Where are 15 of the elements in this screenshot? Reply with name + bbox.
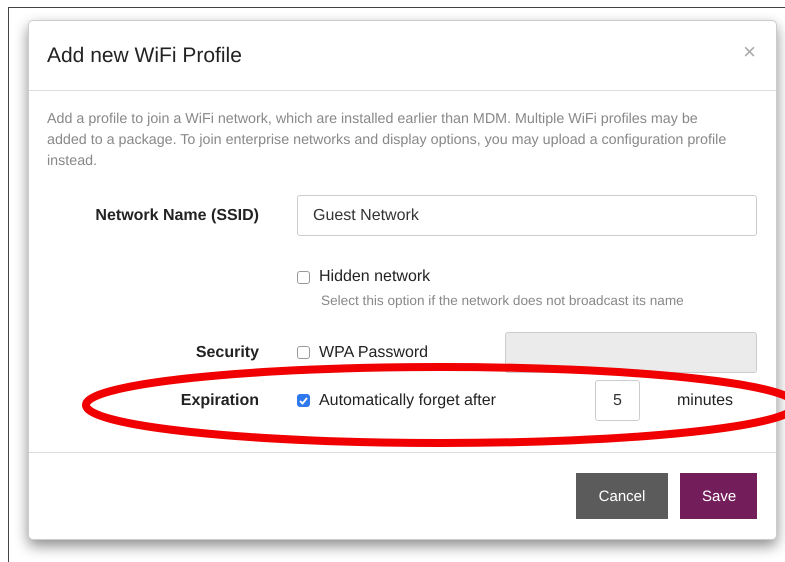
checkbox[interactable] [297,394,310,407]
field-label: Expiration [180,392,259,410]
checkbox-label[interactable]: Automatically forget after [319,392,496,408]
field-label: Security [194,344,259,362]
cancel-button[interactable]: Cancel [576,473,668,519]
checkbox-label[interactable]: Hidden network [319,269,430,285]
description: Add a profile to join a WiFi network, which are installed earlier than MDM. Multiple WiFi profiles may be added to a package. To join enterprise networks and display options, you may upload a configuration profile instead. [47,110,728,171]
dialog-title: Add new WiFi Profile [47,44,242,68]
hint-text: Select this option if the network does not broadcast its name [321,293,684,308]
checkbox[interactable] [297,270,310,284]
unit-label: minutes [676,392,733,408]
number-field[interactable]: 5 [594,380,640,421]
input-field[interactable]: Guest Network [297,195,757,236]
save-button[interactable]: Save [680,473,757,519]
field-label: Network Name (SSID) [94,206,259,224]
